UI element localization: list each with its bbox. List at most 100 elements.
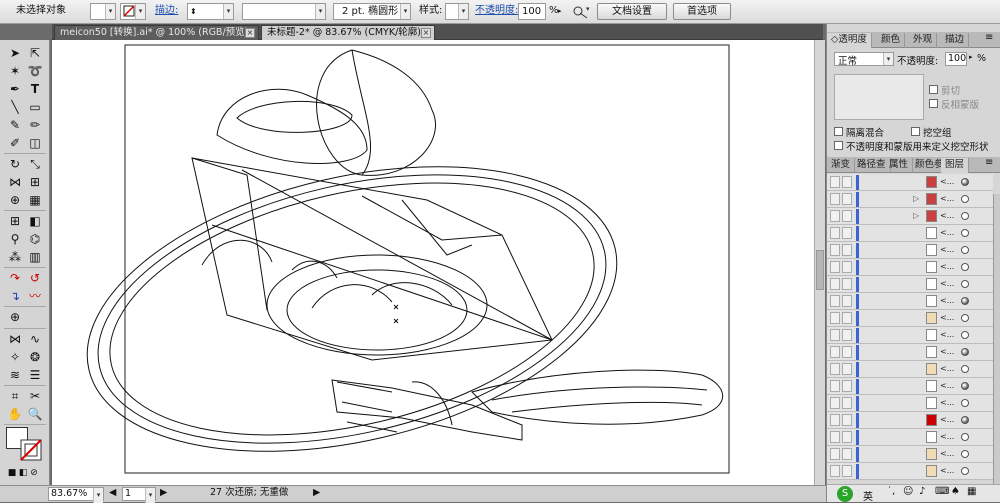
layer-row[interactable]: <... <box>827 242 993 259</box>
visibility-toggle[interactable] <box>830 227 840 239</box>
target-icon[interactable] <box>961 263 969 271</box>
pen-tool-icon[interactable]: ✒ <box>6 81 24 97</box>
layer-row[interactable]: <... <box>827 327 993 344</box>
tab-color[interactable]: 颜色 <box>877 33 906 48</box>
skin-icon[interactable]: ♠ <box>951 486 960 497</box>
pucker-tool-icon[interactable]: ✧ <box>6 349 24 365</box>
rotate-tool-icon[interactable]: ↻ <box>6 156 24 172</box>
layer-row[interactable]: ▷ <... <box>827 208 993 225</box>
recolor-icon[interactable]: ▾ <box>571 3 593 20</box>
lock-toggle[interactable] <box>842 431 852 443</box>
stroke-swatch[interactable]: ▾ <box>120 3 146 20</box>
target-icon[interactable] <box>961 314 969 322</box>
hand-tool-icon[interactable]: ✋ <box>6 406 24 422</box>
column-graph-tool-icon[interactable]: ▥ <box>26 249 44 265</box>
target-icon[interactable] <box>961 297 969 305</box>
layers-scrollbar[interactable] <box>993 194 1000 484</box>
pencil-tool-icon[interactable]: ✏ <box>26 117 44 133</box>
target-icon[interactable] <box>961 348 969 356</box>
canvas-scrollbar[interactable] <box>814 40 825 485</box>
type-tool-icon[interactable]: T <box>26 81 44 97</box>
blend-mode-select[interactable]: 正常 ▾ <box>834 52 894 67</box>
target-icon[interactable] <box>961 246 969 254</box>
bloat-tool-icon[interactable]: ❂ <box>26 349 44 365</box>
rectangle-tool-icon[interactable]: ▭ <box>26 99 44 115</box>
layer-row[interactable]: <... <box>827 446 993 463</box>
fill-swatch[interactable]: ▾ <box>90 3 116 20</box>
layer-row[interactable]: <... <box>827 259 993 276</box>
shape-builder-tool-icon[interactable]: ⊕ <box>6 192 24 208</box>
target-icon[interactable] <box>961 331 969 339</box>
visibility-toggle[interactable] <box>830 193 840 205</box>
target-icon[interactable] <box>961 229 969 237</box>
lock-toggle[interactable] <box>842 329 852 341</box>
visibility-toggle[interactable] <box>830 380 840 392</box>
none-mode-icon[interactable]: ⊘ <box>25 465 43 481</box>
status-menu-icon[interactable]: ▶ <box>313 487 320 501</box>
visibility-toggle[interactable] <box>830 448 840 460</box>
lock-toggle[interactable] <box>842 278 852 290</box>
gradient-tool-icon[interactable]: ◧ <box>26 213 44 229</box>
brush-definition[interactable]: 2 pt. 椭圆形 ▾ <box>333 3 411 20</box>
twirl-tool-icon[interactable]: ∿ <box>26 331 44 347</box>
anchor-tool-icon[interactable]: ↴ <box>6 288 24 304</box>
lock-toggle[interactable] <box>842 346 852 358</box>
mesh-tool-icon[interactable]: ⊞ <box>6 213 24 229</box>
direct-selection-tool-icon[interactable]: ⇱ <box>26 45 44 61</box>
chevron-right-icon[interactable]: ▸ <box>969 53 973 61</box>
visibility-toggle[interactable] <box>830 346 840 358</box>
next-page-icon[interactable]: ▶ <box>160 487 167 501</box>
eraser-tool-icon[interactable]: ◫ <box>26 135 44 151</box>
lock-toggle[interactable] <box>842 465 852 477</box>
layer-row[interactable]: <... <box>827 225 993 242</box>
panel-opacity-field[interactable]: 100 <box>945 52 967 66</box>
curvature-tool-icon[interactable]: ↷ <box>6 270 24 286</box>
wrinkle-tool-icon[interactable]: ☰ <box>26 367 44 383</box>
crosshair-tool-icon[interactable]: ⊕ <box>6 309 24 325</box>
free-transform-tool-icon[interactable]: ⊞ <box>26 174 44 190</box>
tab-meicon50[interactable]: meicon50 [转换].ai* @ 100% (RGB/预览) × <box>54 25 259 40</box>
grid-icon[interactable]: ▦ <box>967 486 976 497</box>
tab-transparency[interactable]: ◇透明度 <box>827 33 872 48</box>
keyboard-icon[interactable]: ⌨ <box>935 486 949 497</box>
tab-stroke[interactable]: 描边 <box>941 33 970 48</box>
scroll-thumb[interactable] <box>816 250 824 290</box>
clip-checkbox[interactable] <box>929 85 938 94</box>
smooth-tool-icon[interactable]: 〰 <box>26 288 44 304</box>
layer-row[interactable]: <... <box>827 361 993 378</box>
paintbrush-tool-icon[interactable]: ✎ <box>6 117 24 133</box>
visibility-toggle[interactable] <box>830 176 840 188</box>
warp-tool-icon[interactable]: ⋈ <box>6 331 24 347</box>
lock-toggle[interactable] <box>842 380 852 392</box>
knockout-group-checkbox[interactable] <box>911 127 920 136</box>
punctuation-icon[interactable]: ˙, <box>887 486 895 497</box>
target-icon[interactable] <box>961 416 969 424</box>
lock-toggle[interactable] <box>842 414 852 426</box>
visibility-toggle[interactable] <box>830 244 840 256</box>
stroke-weight-field[interactable]: ⬍ ▾ <box>187 3 234 20</box>
close-icon[interactable]: × <box>245 28 255 38</box>
visibility-toggle[interactable] <box>830 329 840 341</box>
opacity-field[interactable]: 100 <box>518 3 546 20</box>
visibility-toggle[interactable] <box>830 363 840 375</box>
symbol-sprayer-tool-icon[interactable]: ⁂ <box>6 249 24 265</box>
lock-toggle[interactable] <box>842 312 852 324</box>
ime-logo-icon[interactable]: S <box>837 486 853 502</box>
variable-width-profile[interactable]: ▾ <box>242 3 326 20</box>
tab-gradient[interactable]: 渐变 <box>827 158 856 173</box>
tab-attributes[interactable]: 属性 <box>885 158 914 173</box>
panel-menu-icon[interactable]: ≡ <box>985 157 993 168</box>
target-icon[interactable] <box>961 280 969 288</box>
mask-thumbnail[interactable] <box>834 74 924 120</box>
expand-triangle-icon[interactable]: ▷ <box>913 211 919 220</box>
preferences-button[interactable]: 首选项 <box>673 3 731 20</box>
layer-row[interactable]: <... <box>827 412 993 429</box>
lock-toggle[interactable] <box>842 448 852 460</box>
first-page-icon[interactable]: ◀ <box>109 487 116 501</box>
ime-language[interactable]: 英 <box>863 488 873 503</box>
target-icon[interactable] <box>961 450 969 458</box>
target-icon[interactable] <box>961 178 969 186</box>
eyedropper-tool-icon[interactable]: ⚲ <box>6 231 24 247</box>
document-setup-button[interactable]: 文档设置 <box>597 3 667 20</box>
graphic-style-swatch[interactable]: ▾ <box>445 3 469 20</box>
